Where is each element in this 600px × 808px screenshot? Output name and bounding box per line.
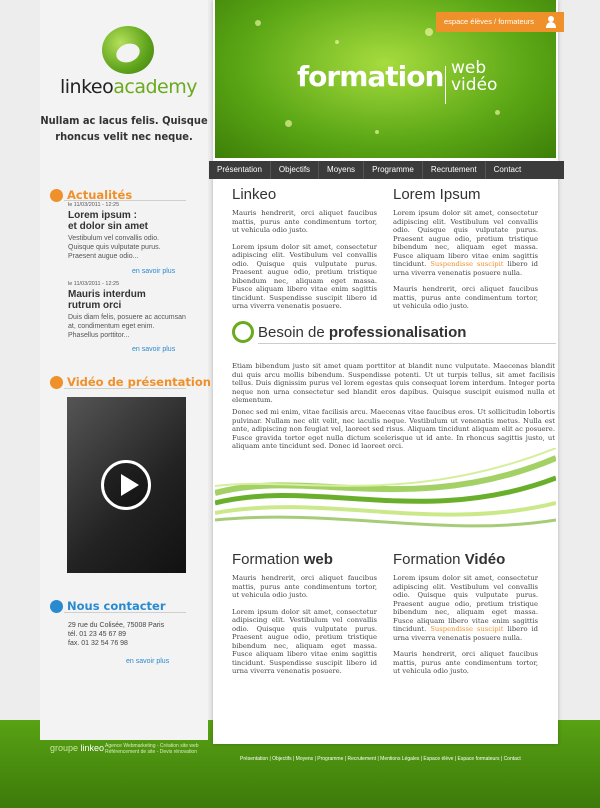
linkeo-block: Linkeo Mauris hendrerit, orci aliquet fa…	[232, 186, 377, 319]
sparkle	[495, 110, 500, 115]
footer-brand-b: linkeo	[80, 743, 105, 753]
news-excerpt: Vestibulum vel convallis odio. Quisque q…	[68, 235, 161, 260]
logo-mark-icon	[102, 26, 154, 74]
paragraph: Mauris hendrerit, orci aliquet faucibus …	[232, 209, 377, 234]
site-logo[interactable]: linkeoacademy	[60, 26, 200, 102]
title-part: web	[303, 551, 333, 568]
lorem-title: Lorem Ipsum	[393, 186, 481, 203]
banner-subtitle: web vidéo	[451, 60, 497, 94]
sparkle	[375, 130, 379, 134]
footer-links[interactable]: Présentation | Objectifs | Moyens | Prog…	[240, 756, 521, 762]
paragraph: Lorem ipsum dolor sit amet, consectetur …	[232, 242, 377, 311]
contact-title: Nous contacter	[67, 599, 166, 613]
tagline: Nullam ac lacus felis. Quisque rhoncus ve…	[40, 113, 208, 145]
tagline-line-1: Nullam ac lacus felis. Quisque	[40, 114, 208, 127]
contact-fax: fax. 01 32 54 76 98	[68, 640, 128, 647]
sparkle	[255, 20, 261, 26]
besoin-paragraph-1: Etiam bibendum justo sit amet quam portt…	[232, 362, 555, 405]
sparkle	[425, 28, 433, 36]
news-title-line: rutrum orci	[68, 300, 122, 311]
besoin-title-b: professionalisation	[328, 323, 467, 341]
paragraph: Mauris hendrerit, orci aliquet faucibus …	[232, 574, 377, 599]
video-player[interactable]	[67, 397, 186, 573]
footer-brand[interactable]: groupe linkeo	[50, 743, 104, 753]
paragraph: Mauris hendrerit, orci aliquet faucibus …	[393, 285, 538, 310]
news-more-link[interactable]: en savoir plus	[132, 346, 175, 353]
nav-item-programme[interactable]: Programme	[364, 161, 423, 179]
banner-title: formation	[297, 60, 444, 93]
besoin-heading: Besoin de professionalisation	[232, 321, 466, 343]
divider	[64, 388, 186, 389]
news-title-line: et dolor sin amet	[68, 221, 149, 232]
espace-login-button[interactable]: espace élèves / formateurs	[436, 12, 565, 32]
linkeo-swirl-icon	[232, 321, 254, 343]
contact-phone: tél. 01 23 45 67 89	[68, 631, 126, 638]
inline-link[interactable]: Suspendisse suscipit	[430, 625, 503, 633]
formation-web-title: Formation web	[232, 551, 377, 568]
espace-label: espace élèves / formateurs	[444, 17, 535, 26]
paragraph: Mauris hendrerit, orci aliquet faucibus …	[393, 650, 538, 675]
formation-web-block: Formation web Mauris hendrerit, orci ali…	[232, 551, 377, 684]
contact-more-link[interactable]: en savoir plus	[126, 658, 169, 665]
news-date: le 11/03/2011 - 12:25	[68, 202, 120, 208]
paragraph: Lorem ipsum dolor sit amet, consectetur …	[393, 574, 538, 642]
besoin-paragraph-2: Donec sed mi enim, vitae facilisis arcu.…	[232, 408, 555, 451]
logo-text-b: academy	[113, 76, 197, 98]
tagline-line-2: rhoncus velit nec neque.	[55, 130, 193, 143]
nav-item-moyens[interactable]: Moyens	[319, 161, 365, 179]
contact-icon	[50, 599, 63, 613]
linkeo-title: Linkeo	[232, 186, 277, 203]
paragraph: Lorem ipsum dolor sit amet, consectetur …	[393, 209, 538, 277]
besoin-title: Besoin de professionalisation	[258, 324, 466, 341]
divider	[258, 343, 556, 344]
main-nav: Présentation Objectifs Moyens Programme …	[209, 161, 564, 179]
divider	[64, 612, 186, 613]
news-excerpt: Duis diam felis, posuere ac accumsan at,…	[68, 314, 186, 339]
title-part: Formation	[232, 551, 304, 568]
formation-video-block: Formation Vidéo Lorem ipsum dolor sit am…	[393, 551, 538, 684]
sparkle	[285, 120, 292, 127]
nav-item-objectifs[interactable]: Objectifs	[271, 161, 320, 179]
news-item: le 11/03/2011 - 12:25 Lorem ipsum : et do…	[68, 202, 186, 261]
inline-link[interactable]: Suspendisse suscipit	[430, 260, 503, 268]
formation-video-title: Formation Vidéo	[393, 551, 538, 568]
video-heading: Vidéo de présentation	[50, 375, 211, 389]
play-icon[interactable]	[101, 460, 151, 510]
divider	[64, 200, 186, 201]
news-title[interactable]: Lorem ipsum : et dolor sin amet	[68, 210, 186, 232]
lorem-block: Lorem Ipsum Lorem ipsum dolor sit amet, …	[393, 186, 538, 319]
nav-item-contact[interactable]: Contact	[486, 161, 530, 179]
besoin-title-a: Besoin de	[258, 323, 329, 341]
logo-text-a: linkeo	[60, 76, 114, 98]
green-wave-decoration	[215, 448, 556, 528]
footer-brand-a: groupe	[50, 743, 81, 753]
video-title: Vidéo de présentation	[67, 375, 211, 389]
contact-heading: Nous contacter	[50, 599, 166, 613]
news-item: le 11/03/2011 - 12:25 Mauris interdum rut…	[68, 281, 186, 340]
news-more-link[interactable]: en savoir plus	[132, 268, 175, 275]
news-title-line: Mauris interdum	[68, 289, 146, 300]
title-part: Formation	[393, 551, 465, 568]
user-icon	[546, 16, 557, 28]
sparkle	[335, 40, 339, 44]
footer-sub-line: Référencement de site - Devis rénovation	[105, 749, 197, 755]
nav-item-recrutement[interactable]: Recrutement	[423, 161, 486, 179]
video-section-icon	[50, 375, 63, 389]
footer-subtext: Agence Webmarketing - Création site web R…	[105, 743, 199, 755]
title-part: Vidéo	[464, 551, 506, 568]
contact-address: 29 rue du Colisée, 75008 Paris	[68, 622, 165, 629]
nav-item-presentation[interactable]: Présentation	[209, 161, 271, 179]
banner-sub-video: vidéo	[451, 75, 498, 95]
news-title-line: Lorem ipsum :	[68, 210, 137, 221]
news-icon	[50, 188, 63, 202]
paragraph: Lorem ipsum dolor sit amet, consectetur …	[232, 607, 377, 676]
contact-info: 29 rue du Colisée, 75008 Paris tél. 01 2…	[68, 621, 164, 648]
banner-separator	[445, 66, 446, 104]
news-title[interactable]: Mauris interdum rutrum orci	[68, 289, 186, 311]
news-date: le 11/03/2011 - 12:25	[68, 281, 120, 287]
